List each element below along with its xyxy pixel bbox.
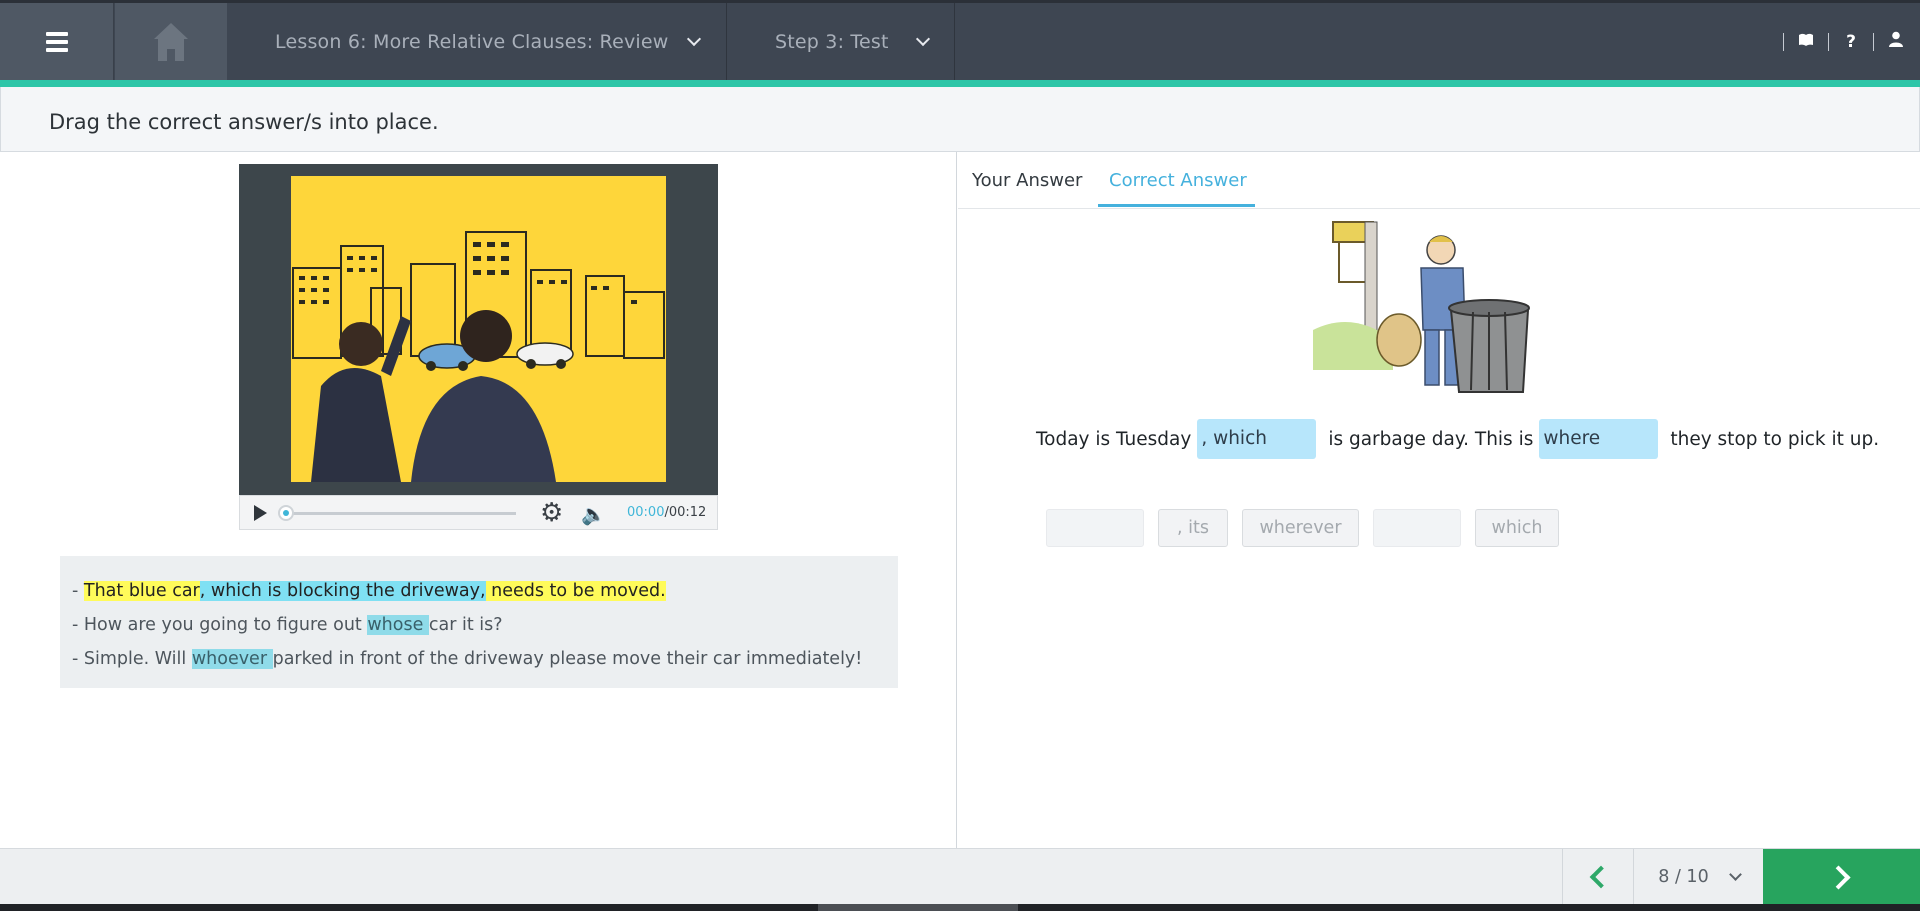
sentence-text: Today is Tuesday	[1036, 428, 1192, 450]
play-icon[interactable]	[254, 504, 267, 521]
user-icon[interactable]	[1886, 31, 1906, 52]
sentence-text: they stop to pick it up.	[1670, 428, 1880, 450]
tab-your-answer[interactable]: Your Answer	[972, 170, 1082, 191]
top-bar: Lesson 6: More Relative Clauses: Review …	[0, 0, 1920, 80]
right-pane: Your Answer Correct Answer Today is Tues…	[958, 152, 1920, 848]
line-text: - Simple. Will	[72, 649, 192, 669]
divider	[1783, 32, 1784, 51]
video-controls: ⚙ 🔈 00:00/00:12	[239, 495, 718, 530]
home-button[interactable]	[115, 3, 227, 80]
highlight-yellow: That blue car	[83, 581, 200, 601]
app-window: Lesson 6: More Relative Clauses: Review …	[0, 0, 1920, 911]
active-tab-indicator	[1098, 204, 1255, 207]
video-frame[interactable]	[291, 176, 666, 482]
next-button[interactable]	[1763, 849, 1920, 905]
time-current: 00:00	[627, 505, 665, 520]
line-text: car it is?	[428, 615, 503, 635]
instruction-bar: Drag the correct answer/s into place.	[0, 87, 1920, 152]
highlight-cyan: whose	[367, 615, 429, 635]
word-chip[interactable]: which	[1475, 509, 1559, 547]
sentence-text: is garbage day. This is	[1328, 428, 1534, 450]
transcript-line: - That blue car, which is blocking the d…	[72, 574, 898, 608]
chevron-down-icon	[686, 31, 702, 47]
word-chip-empty	[1046, 509, 1144, 547]
video-player[interactable]: ⚙ 🔈 00:00/00:12	[239, 164, 718, 530]
divider	[1828, 32, 1829, 51]
highlight-yellow: needs to be moved.	[485, 581, 666, 601]
word-chip[interactable]: , its	[1158, 509, 1228, 547]
previous-button[interactable]	[1562, 849, 1634, 905]
page-dropdown[interactable]: 8 / 10	[1635, 849, 1763, 905]
line-dash: -	[72, 581, 84, 601]
transcript-line: - Simple. Will whoever parked in front o…	[72, 642, 898, 676]
line-text: parked in front of the driveway please m…	[272, 649, 863, 669]
step-dropdown[interactable]: Step 3: Test	[728, 3, 955, 80]
lesson-label: Lesson 6: More Relative Clauses: Review	[275, 30, 669, 53]
page-label: 8 / 10	[1658, 867, 1709, 887]
footer-nav: 8 / 10	[0, 848, 1920, 905]
highlight-cyan: , which is blocking the driveway,	[199, 581, 486, 601]
drop-zone-2[interactable]: where	[1539, 419, 1659, 459]
chevron-right-icon	[1826, 864, 1851, 890]
answer-sentence: Today is Tuesday , which is garbage day.…	[1036, 419, 1879, 459]
chevron-left-icon	[1589, 865, 1613, 889]
scrollbar-thumb[interactable]	[818, 904, 1018, 911]
chevron-down-icon	[1728, 868, 1742, 881]
answer-tabs: Your Answer Correct Answer	[958, 152, 1920, 209]
time-total: 00:12	[668, 505, 707, 520]
instruction-text: Drag the correct answer/s into place.	[49, 110, 439, 134]
menu-button[interactable]	[0, 3, 114, 80]
help-icon[interactable]: ?	[1841, 32, 1861, 52]
transcript: - That blue car, which is blocking the d…	[60, 556, 898, 688]
book-icon[interactable]	[1796, 32, 1816, 52]
video-still-image	[291, 176, 666, 482]
divider	[1873, 32, 1874, 51]
line-text: - How are you going to figure out	[72, 615, 368, 635]
transcript-line: - How are you going to figure out whose …	[72, 608, 898, 642]
menu-icon	[45, 31, 68, 52]
left-pane: ⚙ 🔈 00:00/00:12 - That blue car, which i…	[0, 152, 957, 848]
gear-icon[interactable]: ⚙	[540, 500, 563, 526]
seek-bar[interactable]	[284, 512, 516, 515]
step-label: Step 3: Test	[775, 30, 889, 53]
volume-icon[interactable]: 🔈	[581, 502, 606, 526]
home-icon	[154, 22, 188, 61]
word-chip[interactable]: wherever	[1242, 509, 1359, 547]
chevron-down-icon	[915, 31, 931, 47]
seek-knob[interactable]	[278, 505, 294, 521]
accent-line	[0, 80, 1920, 87]
bottom-scrollbar	[0, 904, 1920, 911]
drop-zone-1[interactable]: , which	[1197, 419, 1317, 459]
tab-correct-answer[interactable]: Correct Answer	[1109, 170, 1247, 191]
garbage-man-illustration	[1313, 220, 1533, 395]
lesson-dropdown[interactable]: Lesson 6: More Relative Clauses: Review	[228, 3, 727, 80]
highlight-cyan: whoever	[191, 649, 273, 669]
word-chip-empty	[1373, 509, 1461, 547]
top-bar-actions: ?	[1771, 3, 1920, 80]
time-display: 00:00/00:12	[627, 505, 706, 520]
